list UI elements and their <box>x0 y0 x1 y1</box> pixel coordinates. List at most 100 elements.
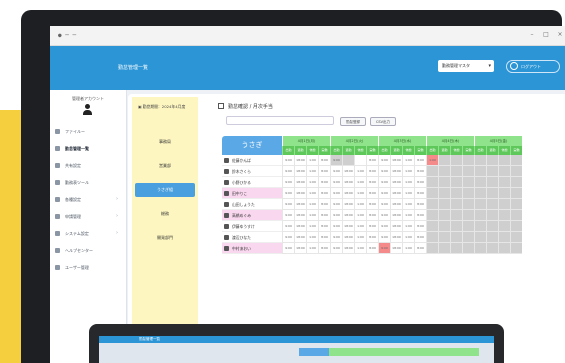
attendance-cell[interactable] <box>510 243 522 254</box>
attendance-cell[interactable] <box>510 155 522 166</box>
attendance-cell[interactable]: 9:00 <box>330 232 342 243</box>
attendance-cell[interactable]: 1:00 <box>402 210 414 221</box>
attendance-cell[interactable] <box>438 188 450 199</box>
master-select[interactable]: 勤務管理マスタ ▾ <box>438 60 494 72</box>
attendance-cell[interactable]: 1:00 <box>306 155 318 166</box>
attendance-cell[interactable] <box>498 210 510 221</box>
sidebar-item-8[interactable]: ユーザー管理 <box>50 259 126 276</box>
employee-name-cell[interactable]: 高橋めぐみ <box>222 210 282 221</box>
attendance-cell[interactable]: 8:00 <box>366 188 378 199</box>
attendance-cell[interactable]: 1:00 <box>306 210 318 221</box>
attendance-cell[interactable]: 1:00 <box>402 243 414 254</box>
attendance-cell[interactable]: 1:00 <box>402 199 414 210</box>
attendance-cell[interactable]: 8:00 <box>414 155 426 166</box>
attendance-cell[interactable] <box>498 199 510 210</box>
attendance-cell[interactable]: 8:00 <box>318 210 330 221</box>
csv-export-button[interactable]: CSV出力 <box>370 117 396 126</box>
attendance-cell[interactable]: 1:00 <box>402 166 414 177</box>
attendance-cell[interactable] <box>450 188 462 199</box>
attendance-cell[interactable] <box>498 232 510 243</box>
attendance-cell[interactable]: 8:00 <box>414 177 426 188</box>
attendance-cell[interactable] <box>438 155 450 166</box>
attendance-cell[interactable]: 1:00 <box>402 177 414 188</box>
attendance-cell[interactable]: 1:00 <box>306 232 318 243</box>
employee-name-cell[interactable]: 山田しょうた <box>222 199 282 210</box>
attendance-cell[interactable]: 18:00 <box>390 155 402 166</box>
attendance-cell[interactable]: 9:00 <box>282 199 294 210</box>
attendance-cell[interactable] <box>486 243 498 254</box>
attendance-cell[interactable]: 18:00 <box>294 177 306 188</box>
attendance-cell[interactable] <box>426 210 438 221</box>
attendance-cell[interactable]: 9:00 <box>330 210 342 221</box>
employee-name-cell[interactable]: 中村あおい <box>222 243 282 254</box>
attendance-cell[interactable] <box>450 155 462 166</box>
attendance-cell[interactable] <box>450 210 462 221</box>
attendance-cell[interactable] <box>450 177 462 188</box>
sidebar-item-3[interactable]: 勤務表ツール <box>50 174 126 191</box>
attendance-cell[interactable] <box>462 177 474 188</box>
attendance-cell[interactable]: 8:00 <box>366 221 378 232</box>
attendance-cell[interactable]: 9:00 <box>282 166 294 177</box>
attendance-cell[interactable]: 8:00 <box>414 210 426 221</box>
attendance-cell[interactable]: 9:00 <box>282 221 294 232</box>
attendance-cell[interactable]: 1:00 <box>354 243 366 254</box>
attendance-cell[interactable] <box>510 199 522 210</box>
attendance-cell[interactable] <box>510 210 522 221</box>
attendance-cell[interactable]: 8:00 <box>414 166 426 177</box>
attendance-cell[interactable]: 1:00 <box>354 232 366 243</box>
attendance-cell[interactable] <box>510 188 522 199</box>
attendance-cell[interactable] <box>462 210 474 221</box>
attendance-cell[interactable]: 1:00 <box>354 166 366 177</box>
attendance-cell[interactable]: 8:00 <box>414 199 426 210</box>
attendance-cell[interactable]: 9:00 <box>330 243 342 254</box>
attendance-cell[interactable]: 8:00 <box>414 232 426 243</box>
attendance-cell[interactable] <box>474 188 486 199</box>
employee-name-cell[interactable]: 小野ひかる <box>222 177 282 188</box>
group-item[interactable]: 総務 <box>135 207 195 221</box>
attendance-cell[interactable] <box>426 199 438 210</box>
attendance-cell[interactable]: 18:00 <box>294 210 306 221</box>
attendance-cell[interactable] <box>462 166 474 177</box>
attendance-cell[interactable]: 18:00 <box>342 177 354 188</box>
attendance-cell[interactable]: 1:00 <box>306 199 318 210</box>
sidebar-item-5[interactable]: 申請管理 › <box>50 208 126 225</box>
attendance-cell[interactable] <box>474 177 486 188</box>
group-item[interactable]: 開発部門 <box>135 231 195 245</box>
employee-name-cell[interactable]: 田中りこ <box>222 188 282 199</box>
attendance-cell[interactable] <box>462 232 474 243</box>
attendance-cell[interactable]: 9:00 <box>330 199 342 210</box>
attendance-cell[interactable]: 1:00 <box>402 232 414 243</box>
maximize-button[interactable]: □ <box>542 31 550 38</box>
attendance-cell[interactable]: 8:00 <box>318 199 330 210</box>
attendance-cell[interactable] <box>486 155 498 166</box>
attendance-cell[interactable] <box>438 243 450 254</box>
attendance-cell[interactable] <box>438 177 450 188</box>
attendance-cell[interactable]: 9:00 <box>330 155 342 166</box>
attendance-cell[interactable]: 8:00 <box>318 166 330 177</box>
attendance-cell[interactable]: 18:00 <box>390 243 402 254</box>
attendance-cell[interactable] <box>486 188 498 199</box>
attendance-cell[interactable]: 9:00 <box>282 243 294 254</box>
attendance-cell[interactable] <box>426 166 438 177</box>
logout-button[interactable]: ログアウト <box>506 60 560 73</box>
attendance-cell[interactable] <box>474 232 486 243</box>
attendance-cell[interactable]: 8:00 <box>414 221 426 232</box>
attendance-cell[interactable] <box>498 243 510 254</box>
attendance-cell[interactable]: 1:00 <box>354 177 366 188</box>
attendance-cell[interactable] <box>426 232 438 243</box>
attendance-cell[interactable]: 8:00 <box>318 221 330 232</box>
attendance-cell[interactable] <box>474 221 486 232</box>
attendance-cell[interactable] <box>438 221 450 232</box>
attendance-cell[interactable]: 9:00 <box>378 243 390 254</box>
attendance-cell[interactable]: 9:00 <box>378 199 390 210</box>
employee-name-cell[interactable]: 伊藤ゆうすけ <box>222 221 282 232</box>
attendance-cell[interactable]: 1:00 <box>306 166 318 177</box>
attendance-cell[interactable] <box>474 155 486 166</box>
attendance-cell[interactable]: 8:00 <box>366 232 378 243</box>
employee-name-cell[interactable]: 佐藤かんぱ <box>222 155 282 166</box>
attendance-cell[interactable]: 18:00 <box>342 188 354 199</box>
attendance-cell[interactable]: 18:00 <box>294 188 306 199</box>
attendance-cell[interactable]: 18:00 <box>390 221 402 232</box>
attendance-cell[interactable] <box>510 177 522 188</box>
sidebar-item-7[interactable]: ヘルプセンター <box>50 242 126 259</box>
